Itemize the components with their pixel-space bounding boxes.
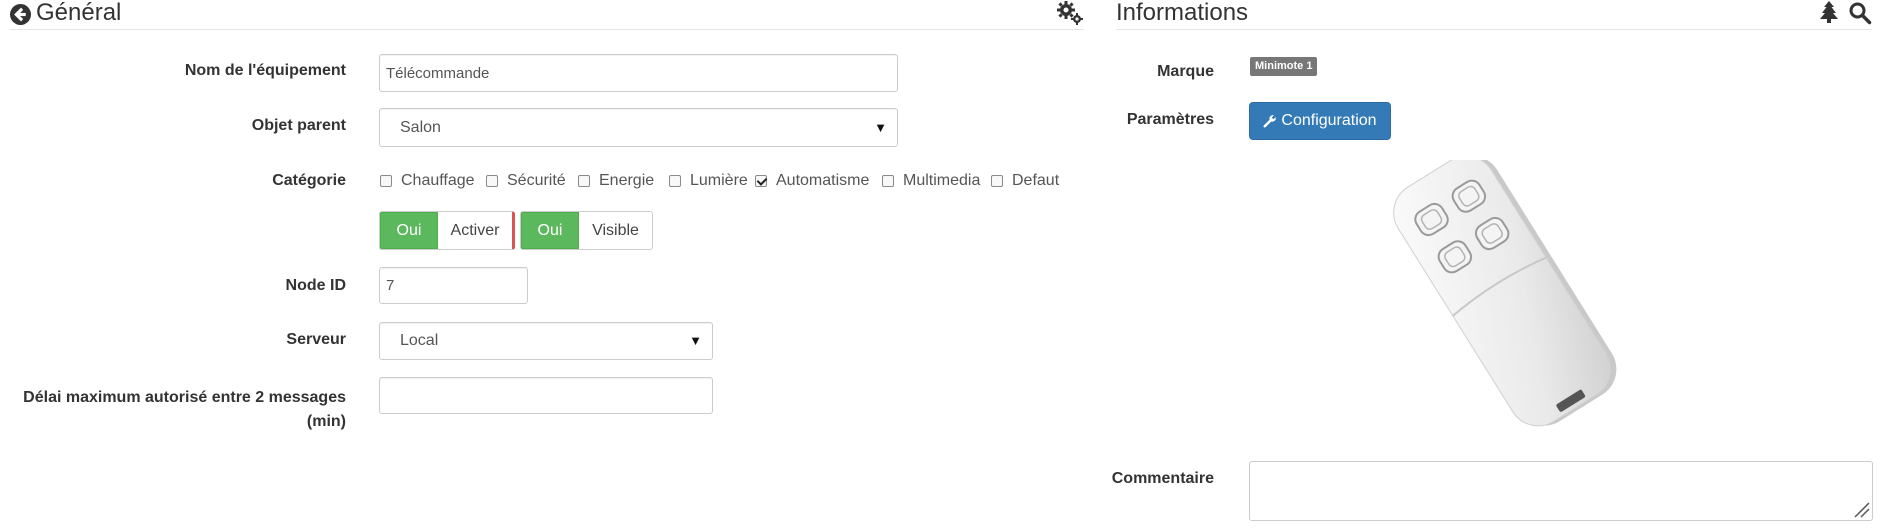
category-lumiere[interactable]: Lumière	[669, 172, 748, 190]
equipment-name-input[interactable]: Télécommande	[379, 54, 898, 92]
category-label-text: Automatisme	[776, 172, 870, 189]
activate-on-label: Oui	[380, 212, 438, 249]
max-delay-label-line2: (min)	[306, 413, 346, 430]
visible-toggle[interactable]: Oui Visible	[520, 211, 653, 250]
category-label-text: Defaut	[1012, 172, 1060, 189]
configuration-button-label: Configuration	[1281, 112, 1377, 129]
comment-label: Commentaire	[1111, 470, 1214, 487]
category-label-text: Lumière	[690, 172, 748, 189]
checkbox-checked[interactable]	[755, 175, 767, 187]
general-header: Général	[10, 0, 1084, 30]
max-delay-label: Délai maximum autorisé entre 2 messages …	[10, 386, 346, 434]
equipment-name-label: Nom de l'équipement	[184, 62, 346, 79]
caret-down-icon: ▼	[874, 119, 887, 135]
parent-object-select[interactable]: Salon ▼	[379, 108, 898, 147]
server-select[interactable]: Local ▼	[379, 322, 713, 360]
category-automatisme[interactable]: Automatisme	[755, 172, 869, 190]
tree-icon[interactable]	[1818, 0, 1840, 24]
node-id-label: Node ID	[285, 277, 346, 294]
informations-header: Informations	[1116, 0, 1872, 30]
category-label: Catégorie	[272, 172, 346, 189]
circle-arrow-left-icon[interactable]	[10, 4, 31, 25]
parameters-label: Paramètres	[1126, 111, 1214, 128]
activate-toggle[interactable]: Oui Activer	[379, 211, 515, 250]
visible-label: Visible	[592, 221, 639, 239]
category-multimedia[interactable]: Multimedia	[882, 172, 980, 190]
parent-object-value: Salon	[400, 118, 441, 136]
checkbox[interactable]	[578, 175, 590, 187]
checkbox[interactable]	[669, 175, 681, 187]
device-remote-image	[1393, 160, 1617, 427]
resize-handle-icon[interactable]	[1852, 500, 1870, 518]
server-value: Local	[400, 332, 439, 349]
category-energie[interactable]: Energie	[578, 172, 654, 190]
checkbox[interactable]	[380, 175, 392, 187]
category-defaut[interactable]: Defaut	[991, 172, 1059, 190]
caret-down-icon: ▼	[689, 333, 702, 349]
max-delay-input[interactable]	[379, 377, 713, 414]
category-label-text: Sécurité	[507, 172, 566, 189]
configuration-button[interactable]: Configuration	[1249, 102, 1391, 140]
wrench-icon	[1263, 115, 1277, 128]
checkbox[interactable]	[486, 175, 498, 187]
category-label-text: Chauffage	[401, 172, 475, 189]
category-chauffage[interactable]: Chauffage	[380, 172, 475, 190]
max-delay-label-line1: Délai maximum autorisé entre 2 messages	[23, 389, 346, 406]
checkbox[interactable]	[882, 175, 894, 187]
server-label: Serveur	[286, 331, 346, 348]
checkbox[interactable]	[991, 175, 1003, 187]
search-icon[interactable]	[1848, 1, 1872, 25]
general-title: Général	[36, 0, 122, 26]
activate-label: Activer	[450, 221, 500, 239]
category-label-text: Multimedia	[903, 172, 981, 189]
comment-textarea[interactable]	[1249, 461, 1873, 521]
category-securite[interactable]: Sécurité	[486, 172, 566, 190]
visible-on-label: Oui	[521, 212, 579, 249]
category-label-text: Energie	[599, 172, 655, 189]
informations-title: Informations	[1116, 0, 1249, 26]
brand-badge: Minimote 1	[1250, 57, 1318, 76]
parent-object-label: Objet parent	[251, 117, 346, 134]
brand-label: Marque	[1157, 63, 1214, 80]
gears-icon[interactable]	[1056, 0, 1084, 26]
node-id-input[interactable]: 7	[379, 267, 528, 304]
